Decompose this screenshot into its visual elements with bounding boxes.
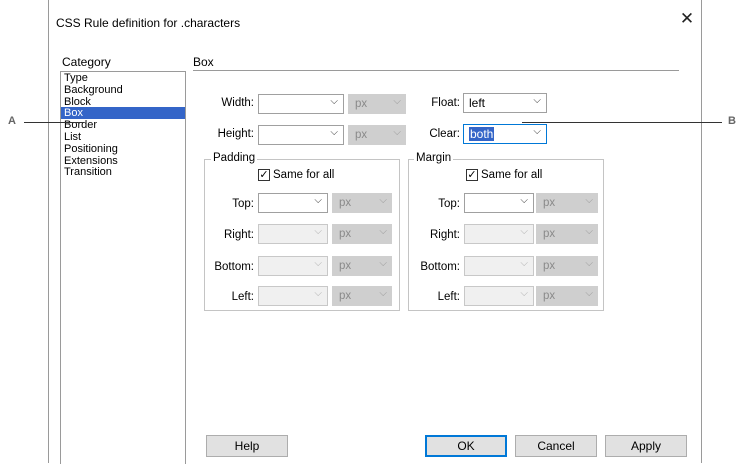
- padding-bottom-label: Bottom:: [214, 261, 254, 273]
- margin-left-label: Left:: [437, 291, 460, 303]
- height-label: Height:: [217, 128, 254, 140]
- padding-bottom-unit-value: px: [339, 260, 352, 272]
- margin-same-label: Same for all: [481, 169, 543, 181]
- padding-left-combobox: ⌵: [258, 286, 328, 306]
- chevron-down-icon: ⌵: [314, 258, 322, 269]
- callout-a-label: A: [8, 115, 16, 127]
- chevron-down-icon: ⌵: [314, 226, 322, 237]
- padding-right-unit: px ⌵: [332, 224, 392, 244]
- margin-same-checkbox[interactable]: ✓: [466, 169, 478, 181]
- margin-left-unit-value: px: [543, 290, 556, 302]
- clear-value: both: [469, 127, 495, 141]
- margin-top-unit-value: px: [543, 197, 556, 209]
- category-item-block[interactable]: Block: [61, 96, 185, 108]
- category-item-transition[interactable]: Transition: [61, 166, 185, 178]
- margin-right-label: Right:: [429, 229, 460, 241]
- margin-bottom-combobox: ⌵: [464, 256, 534, 276]
- category-item-box[interactable]: Box: [61, 107, 185, 119]
- float-select[interactable]: left ⌵: [463, 93, 547, 113]
- close-icon[interactable]: ✕: [678, 10, 696, 28]
- margin-left-unit: px ⌵: [536, 286, 598, 306]
- width-label: Width:: [221, 97, 254, 109]
- chevron-down-icon: ⌵: [393, 96, 401, 107]
- dialog-title: CSS Rule definition for .characters: [56, 16, 241, 30]
- margin-left-combobox: ⌵: [464, 286, 534, 306]
- clear-select[interactable]: both ⌵: [463, 124, 547, 144]
- chevron-down-icon: ⌵: [585, 288, 593, 299]
- ok-button[interactable]: OK: [425, 435, 507, 457]
- padding-top-unit-value: px: [339, 197, 352, 209]
- category-list[interactable]: Type Background Block Box Border List Po…: [60, 71, 186, 464]
- check-icon: ✓: [259, 169, 269, 181]
- chevron-down-icon[interactable]: ⌵: [330, 127, 338, 138]
- chevron-down-icon: ⌵: [585, 195, 593, 206]
- padding-title: Padding: [211, 152, 258, 164]
- chevron-down-icon[interactable]: ⌵: [533, 126, 541, 137]
- margin-title: Margin: [414, 152, 454, 164]
- padding-left-unit-value: px: [339, 290, 352, 302]
- check-icon: ✓: [467, 169, 477, 181]
- chevron-down-icon: ⌵: [379, 226, 387, 237]
- cancel-button[interactable]: Cancel: [515, 435, 597, 457]
- apply-button[interactable]: Apply: [605, 435, 687, 457]
- section-title: Box: [193, 55, 214, 69]
- padding-same-checkbox[interactable]: ✓: [258, 169, 270, 181]
- chevron-down-icon[interactable]: ⌵: [533, 95, 541, 106]
- category-item-extensions[interactable]: Extensions: [61, 155, 185, 167]
- chevron-down-icon: ⌵: [379, 258, 387, 269]
- chevron-down-icon: ⌵: [379, 195, 387, 206]
- chevron-down-icon: ⌵: [585, 258, 593, 269]
- chevron-down-icon[interactable]: ⌵: [314, 195, 322, 206]
- height-unit-value: px: [355, 129, 368, 141]
- float-label: Float:: [431, 97, 460, 109]
- width-unit-select: px ⌵: [348, 94, 406, 114]
- section-divider: [193, 70, 679, 71]
- chevron-down-icon: ⌵: [314, 288, 322, 299]
- padding-right-label: Right:: [223, 229, 254, 241]
- height-combobox[interactable]: ⌵: [258, 125, 344, 145]
- height-unit-select: px ⌵: [348, 125, 406, 145]
- chevron-down-icon: ⌵: [393, 127, 401, 138]
- category-item-border[interactable]: Border: [61, 119, 185, 131]
- padding-same-label: Same for all: [273, 169, 335, 181]
- padding-top-combobox[interactable]: ⌵: [258, 193, 328, 213]
- width-unit-value: px: [355, 98, 368, 110]
- margin-top-unit: px ⌵: [536, 193, 598, 213]
- padding-top-unit: px ⌵: [332, 193, 392, 213]
- margin-bottom-unit: px ⌵: [536, 256, 598, 276]
- category-item-type[interactable]: Type: [61, 72, 185, 84]
- callout-b-line: [522, 122, 722, 123]
- padding-bottom-unit: px ⌵: [332, 256, 392, 276]
- margin-right-unit-value: px: [543, 228, 556, 240]
- category-item-background[interactable]: Background: [61, 84, 185, 96]
- chevron-down-icon[interactable]: ⌵: [520, 195, 528, 206]
- chevron-down-icon: ⌵: [520, 258, 528, 269]
- margin-bottom-unit-value: px: [543, 260, 556, 272]
- clear-label: Clear:: [429, 128, 460, 140]
- padding-right-combobox: ⌵: [258, 224, 328, 244]
- padding-top-label: Top:: [232, 198, 254, 210]
- callout-b-label: B: [728, 115, 736, 127]
- padding-right-unit-value: px: [339, 228, 352, 240]
- help-button[interactable]: Help: [206, 435, 288, 457]
- float-value: left: [469, 96, 486, 110]
- category-item-list[interactable]: List: [61, 131, 185, 143]
- chevron-down-icon: ⌵: [379, 288, 387, 299]
- margin-top-label: Top:: [438, 198, 460, 210]
- padding-bottom-combobox: ⌵: [258, 256, 328, 276]
- margin-right-unit: px ⌵: [536, 224, 598, 244]
- callout-a-line: [24, 122, 84, 123]
- category-item-positioning[interactable]: Positioning: [61, 143, 185, 155]
- chevron-down-icon: ⌵: [585, 226, 593, 237]
- chevron-down-icon: ⌵: [520, 226, 528, 237]
- width-combobox[interactable]: ⌵: [258, 94, 344, 114]
- padding-left-label: Left:: [231, 291, 254, 303]
- margin-right-combobox: ⌵: [464, 224, 534, 244]
- chevron-down-icon[interactable]: ⌵: [330, 96, 338, 107]
- padding-left-unit: px ⌵: [332, 286, 392, 306]
- margin-bottom-label: Bottom:: [420, 261, 460, 273]
- margin-top-combobox[interactable]: ⌵: [464, 193, 534, 213]
- chevron-down-icon: ⌵: [520, 288, 528, 299]
- category-label: Category: [62, 55, 111, 69]
